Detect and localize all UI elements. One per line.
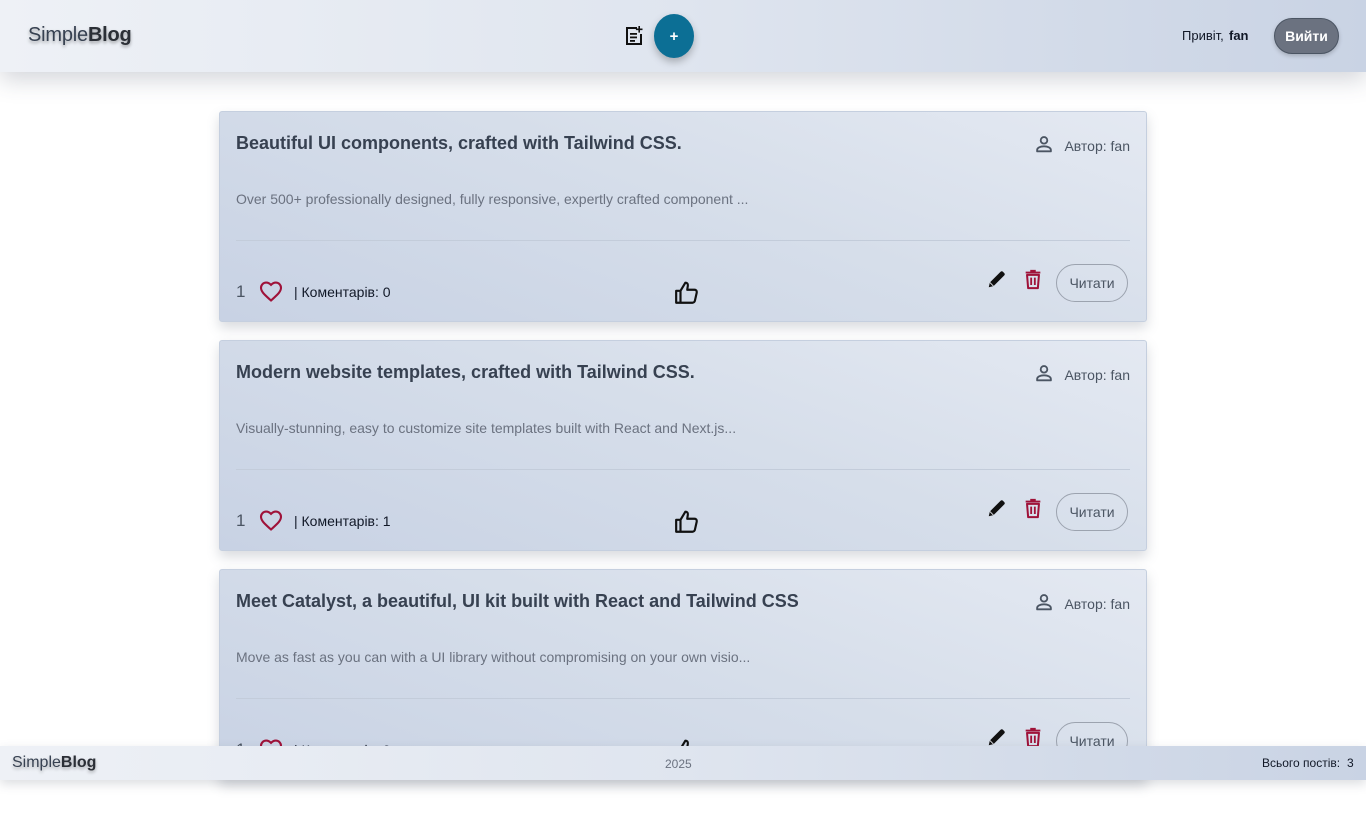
likes-count: 1 xyxy=(236,282,246,301)
username: fan xyxy=(1229,28,1249,43)
person-icon xyxy=(1033,362,1055,387)
logo-bold: Blog xyxy=(87,24,132,46)
footer-year: 2025 xyxy=(665,757,692,771)
total-posts-count: 3 xyxy=(1347,756,1354,770)
post-excerpt: Visually-stunning, easy to customize sit… xyxy=(236,420,737,436)
author-label: Автор: fan xyxy=(1064,137,1130,154)
person-icon xyxy=(1033,591,1055,616)
post-author: Автор: fan xyxy=(1033,133,1130,158)
edit-pencil-icon[interactable] xyxy=(986,726,1008,748)
heart-icon[interactable] xyxy=(259,509,283,531)
post-author: Автор: fan xyxy=(1033,362,1130,387)
read-button[interactable]: Читати xyxy=(1056,264,1128,302)
logout-button[interactable]: Вийти xyxy=(1274,18,1339,54)
post-title[interactable]: Meet Catalyst, a beautiful, UI kit built… xyxy=(236,591,799,612)
logo-light: Simple xyxy=(28,24,88,46)
trash-icon[interactable] xyxy=(1022,496,1044,520)
thumbs-up-icon[interactable] xyxy=(674,280,700,306)
divider xyxy=(236,469,1130,470)
post-excerpt: Over 500+ professionally designed, fully… xyxy=(236,191,749,207)
footer-logo-bold: Blog xyxy=(60,754,97,771)
trash-icon[interactable] xyxy=(1022,267,1044,291)
post-title[interactable]: Beautiful UI components, crafted with Ta… xyxy=(236,133,682,154)
post-author: Автор: fan xyxy=(1033,591,1130,616)
logo[interactable]: SimpleBlog xyxy=(28,24,132,47)
person-icon xyxy=(1033,133,1055,158)
note-add-icon[interactable] xyxy=(622,24,646,48)
footer-logo-light: Simple xyxy=(12,754,61,771)
read-button[interactable]: Читати xyxy=(1056,493,1128,531)
comments-count: | Коментарів: 0 xyxy=(294,284,391,300)
divider xyxy=(236,698,1130,699)
footer-logo[interactable]: SimpleBlog xyxy=(12,754,96,772)
post-title[interactable]: Modern website templates, crafted with T… xyxy=(236,362,695,383)
post-card: Beautiful UI components, crafted with Ta… xyxy=(219,111,1147,322)
author-label: Автор: fan xyxy=(1064,366,1130,383)
divider xyxy=(236,240,1130,241)
footer: SimpleBlog 2025 Всього постів: 3 xyxy=(0,746,1366,780)
add-post-button[interactable]: + xyxy=(654,14,694,58)
edit-pencil-icon[interactable] xyxy=(986,268,1008,290)
header: SimpleBlog + Привіт, fan Вийти xyxy=(0,0,1366,72)
thumbs-up-icon[interactable] xyxy=(674,509,700,535)
total-posts-label: Всього постів: xyxy=(1262,756,1341,770)
author-label: Автор: fan xyxy=(1064,595,1130,612)
greeting-text: Привіт, xyxy=(1182,28,1224,43)
likes-count: 1 xyxy=(236,511,246,530)
post-excerpt: Move as fast as you can with a UI librar… xyxy=(236,649,751,665)
heart-icon[interactable] xyxy=(259,280,283,302)
comments-count: | Коментарів: 1 xyxy=(294,513,391,529)
edit-pencil-icon[interactable] xyxy=(986,497,1008,519)
post-card: Modern website templates, crafted with T… xyxy=(219,340,1147,551)
